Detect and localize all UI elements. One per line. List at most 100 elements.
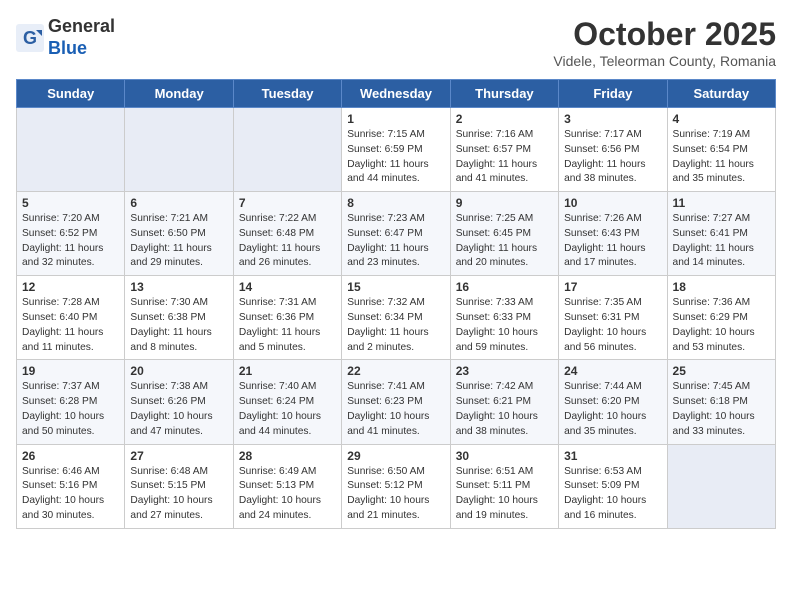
day-number: 24	[564, 364, 661, 378]
calendar-week-row: 12 Sunrise: 7:28 AM Sunset: 6:40 PM Dayli…	[17, 276, 776, 360]
day-info: Sunrise: 7:42 AM Sunset: 6:21 PM Dayligh…	[456, 380, 553, 439]
calendar-cell: 21Sunrise: 7:40 AM Sunset: 6:24 PM Dayli…	[233, 360, 341, 444]
calendar-cell: 30Sunrise: 6:51 AM Sunset: 5:11 PM Dayli…	[450, 444, 558, 528]
day-number: 29	[347, 449, 444, 463]
day-info: Sunrise: 7:26 AM Sunset: 6:43 PM Dayligh…	[564, 212, 661, 271]
day-info: Sunrise: 7:22 AM Sunset: 6:48 PM Dayligh…	[239, 212, 336, 271]
day-number: 15	[347, 280, 444, 294]
svg-text:G: G	[23, 28, 37, 48]
day-info: Sunrise: 7:19 AM Sunset: 6:54 PM Dayligh…	[673, 128, 770, 187]
day-number: 22	[347, 364, 444, 378]
day-info: Sunrise: 7:36 AM Sunset: 6:29 PM Dayligh…	[673, 296, 770, 355]
calendar-cell: 6 Sunrise: 7:21 AM Sunset: 6:50 PM Daylig…	[125, 192, 233, 276]
day-number: 2	[456, 112, 553, 126]
day-number: 26	[22, 449, 119, 463]
day-number: 1	[347, 112, 444, 126]
day-info: Sunrise: 7:45 AM Sunset: 6:18 PM Dayligh…	[673, 380, 770, 439]
calendar-cell: 2 Sunrise: 7:16 AM Sunset: 6:57 PM Daylig…	[450, 108, 558, 192]
calendar-cell: 24 Sunrise: 7:44 AM Sunset: 6:20 PM Dayli…	[559, 360, 667, 444]
calendar-week-row: 26 Sunrise: 6:46 AM Sunset: 5:16 PM Dayli…	[17, 444, 776, 528]
day-number: 6	[130, 196, 227, 210]
calendar-cell	[233, 108, 341, 192]
day-info: Sunrise: 7:23 AM Sunset: 6:47 PM Dayligh…	[347, 212, 444, 271]
logo-blue: Blue	[48, 38, 87, 58]
calendar-week-row: 19Sunrise: 7:37 AM Sunset: 6:28 PM Dayli…	[17, 360, 776, 444]
day-number: 4	[673, 112, 770, 126]
month-title: October 2025	[553, 16, 776, 53]
calendar-cell: 31 Sunrise: 6:53 AM Sunset: 5:09 PM Dayli…	[559, 444, 667, 528]
day-number: 30	[456, 449, 553, 463]
day-info: Sunrise: 6:49 AM Sunset: 5:13 PM Dayligh…	[239, 465, 336, 524]
calendar-cell: 19Sunrise: 7:37 AM Sunset: 6:28 PM Dayli…	[17, 360, 125, 444]
day-info: Sunrise: 7:38 AM Sunset: 6:26 PM Dayligh…	[130, 380, 227, 439]
weekday-header: Friday	[559, 80, 667, 108]
calendar-cell: 15 Sunrise: 7:32 AM Sunset: 6:34 PM Dayli…	[342, 276, 450, 360]
day-number: 25	[673, 364, 770, 378]
logo: G General Blue	[16, 16, 115, 59]
day-info: Sunrise: 6:46 AM Sunset: 5:16 PM Dayligh…	[22, 465, 119, 524]
day-number: 27	[130, 449, 227, 463]
day-info: Sunrise: 7:44 AM Sunset: 6:20 PM Dayligh…	[564, 380, 661, 439]
day-number: 3	[564, 112, 661, 126]
weekday-header: Tuesday	[233, 80, 341, 108]
day-number: 7	[239, 196, 336, 210]
day-info: Sunrise: 7:27 AM Sunset: 6:41 PM Dayligh…	[673, 212, 770, 271]
calendar-week-row: 1 Sunrise: 7:15 AM Sunset: 6:59 PM Daylig…	[17, 108, 776, 192]
weekday-header: Wednesday	[342, 80, 450, 108]
day-info: Sunrise: 7:28 AM Sunset: 6:40 PM Dayligh…	[22, 296, 119, 355]
day-number: 23	[456, 364, 553, 378]
calendar-cell: 10 Sunrise: 7:26 AM Sunset: 6:43 PM Dayli…	[559, 192, 667, 276]
calendar-cell: 27Sunrise: 6:48 AM Sunset: 5:15 PM Dayli…	[125, 444, 233, 528]
calendar-cell: 4 Sunrise: 7:19 AM Sunset: 6:54 PM Daylig…	[667, 108, 775, 192]
day-info: Sunrise: 7:16 AM Sunset: 6:57 PM Dayligh…	[456, 128, 553, 187]
calendar-cell: 1 Sunrise: 7:15 AM Sunset: 6:59 PM Daylig…	[342, 108, 450, 192]
day-info: Sunrise: 7:25 AM Sunset: 6:45 PM Dayligh…	[456, 212, 553, 271]
page-header: G General Blue October 2025 Videle, Tele…	[16, 16, 776, 69]
day-number: 10	[564, 196, 661, 210]
day-info: Sunrise: 7:20 AM Sunset: 6:52 PM Dayligh…	[22, 212, 119, 271]
logo-icon: G	[16, 24, 44, 52]
calendar-table: SundayMondayTuesdayWednesdayThursdayFrid…	[16, 79, 776, 529]
calendar-cell: 5 Sunrise: 7:20 AM Sunset: 6:52 PM Daylig…	[17, 192, 125, 276]
calendar-header-row: SundayMondayTuesdayWednesdayThursdayFrid…	[17, 80, 776, 108]
day-info: Sunrise: 7:35 AM Sunset: 6:31 PM Dayligh…	[564, 296, 661, 355]
calendar-cell: 7 Sunrise: 7:22 AM Sunset: 6:48 PM Daylig…	[233, 192, 341, 276]
calendar-cell: 3 Sunrise: 7:17 AM Sunset: 6:56 PM Daylig…	[559, 108, 667, 192]
calendar-cell	[17, 108, 125, 192]
calendar-cell	[125, 108, 233, 192]
day-number: 9	[456, 196, 553, 210]
day-number: 12	[22, 280, 119, 294]
calendar-cell: 28 Sunrise: 6:49 AM Sunset: 5:13 PM Dayli…	[233, 444, 341, 528]
calendar-cell: 29Sunrise: 6:50 AM Sunset: 5:12 PM Dayli…	[342, 444, 450, 528]
day-number: 14	[239, 280, 336, 294]
calendar-cell: 13 Sunrise: 7:30 AM Sunset: 6:38 PM Dayli…	[125, 276, 233, 360]
day-number: 16	[456, 280, 553, 294]
day-number: 31	[564, 449, 661, 463]
day-info: Sunrise: 7:31 AM Sunset: 6:36 PM Dayligh…	[239, 296, 336, 355]
day-number: 19	[22, 364, 119, 378]
day-info: Sunrise: 7:17 AM Sunset: 6:56 PM Dayligh…	[564, 128, 661, 187]
calendar-cell: 26 Sunrise: 6:46 AM Sunset: 5:16 PM Dayli…	[17, 444, 125, 528]
day-number: 21	[239, 364, 336, 378]
calendar-cell: 23 Sunrise: 7:42 AM Sunset: 6:21 PM Dayli…	[450, 360, 558, 444]
day-number: 11	[673, 196, 770, 210]
day-number: 17	[564, 280, 661, 294]
logo-general: General	[48, 16, 115, 36]
calendar-cell: 18Sunrise: 7:36 AM Sunset: 6:29 PM Dayli…	[667, 276, 775, 360]
day-info: Sunrise: 7:32 AM Sunset: 6:34 PM Dayligh…	[347, 296, 444, 355]
title-block: October 2025 Videle, Teleorman County, R…	[553, 16, 776, 69]
day-number: 28	[239, 449, 336, 463]
day-info: Sunrise: 6:53 AM Sunset: 5:09 PM Dayligh…	[564, 465, 661, 524]
calendar-cell: 8 Sunrise: 7:23 AM Sunset: 6:47 PM Daylig…	[342, 192, 450, 276]
day-number: 13	[130, 280, 227, 294]
day-info: Sunrise: 7:21 AM Sunset: 6:50 PM Dayligh…	[130, 212, 227, 271]
day-info: Sunrise: 7:15 AM Sunset: 6:59 PM Dayligh…	[347, 128, 444, 187]
calendar-cell: 16Sunrise: 7:33 AM Sunset: 6:33 PM Dayli…	[450, 276, 558, 360]
day-number: 5	[22, 196, 119, 210]
day-info: Sunrise: 7:30 AM Sunset: 6:38 PM Dayligh…	[130, 296, 227, 355]
day-number: 8	[347, 196, 444, 210]
calendar-cell: 11 Sunrise: 7:27 AM Sunset: 6:41 PM Dayli…	[667, 192, 775, 276]
weekday-header: Thursday	[450, 80, 558, 108]
location-subtitle: Videle, Teleorman County, Romania	[553, 53, 776, 69]
calendar-cell: 25 Sunrise: 7:45 AM Sunset: 6:18 PM Dayli…	[667, 360, 775, 444]
